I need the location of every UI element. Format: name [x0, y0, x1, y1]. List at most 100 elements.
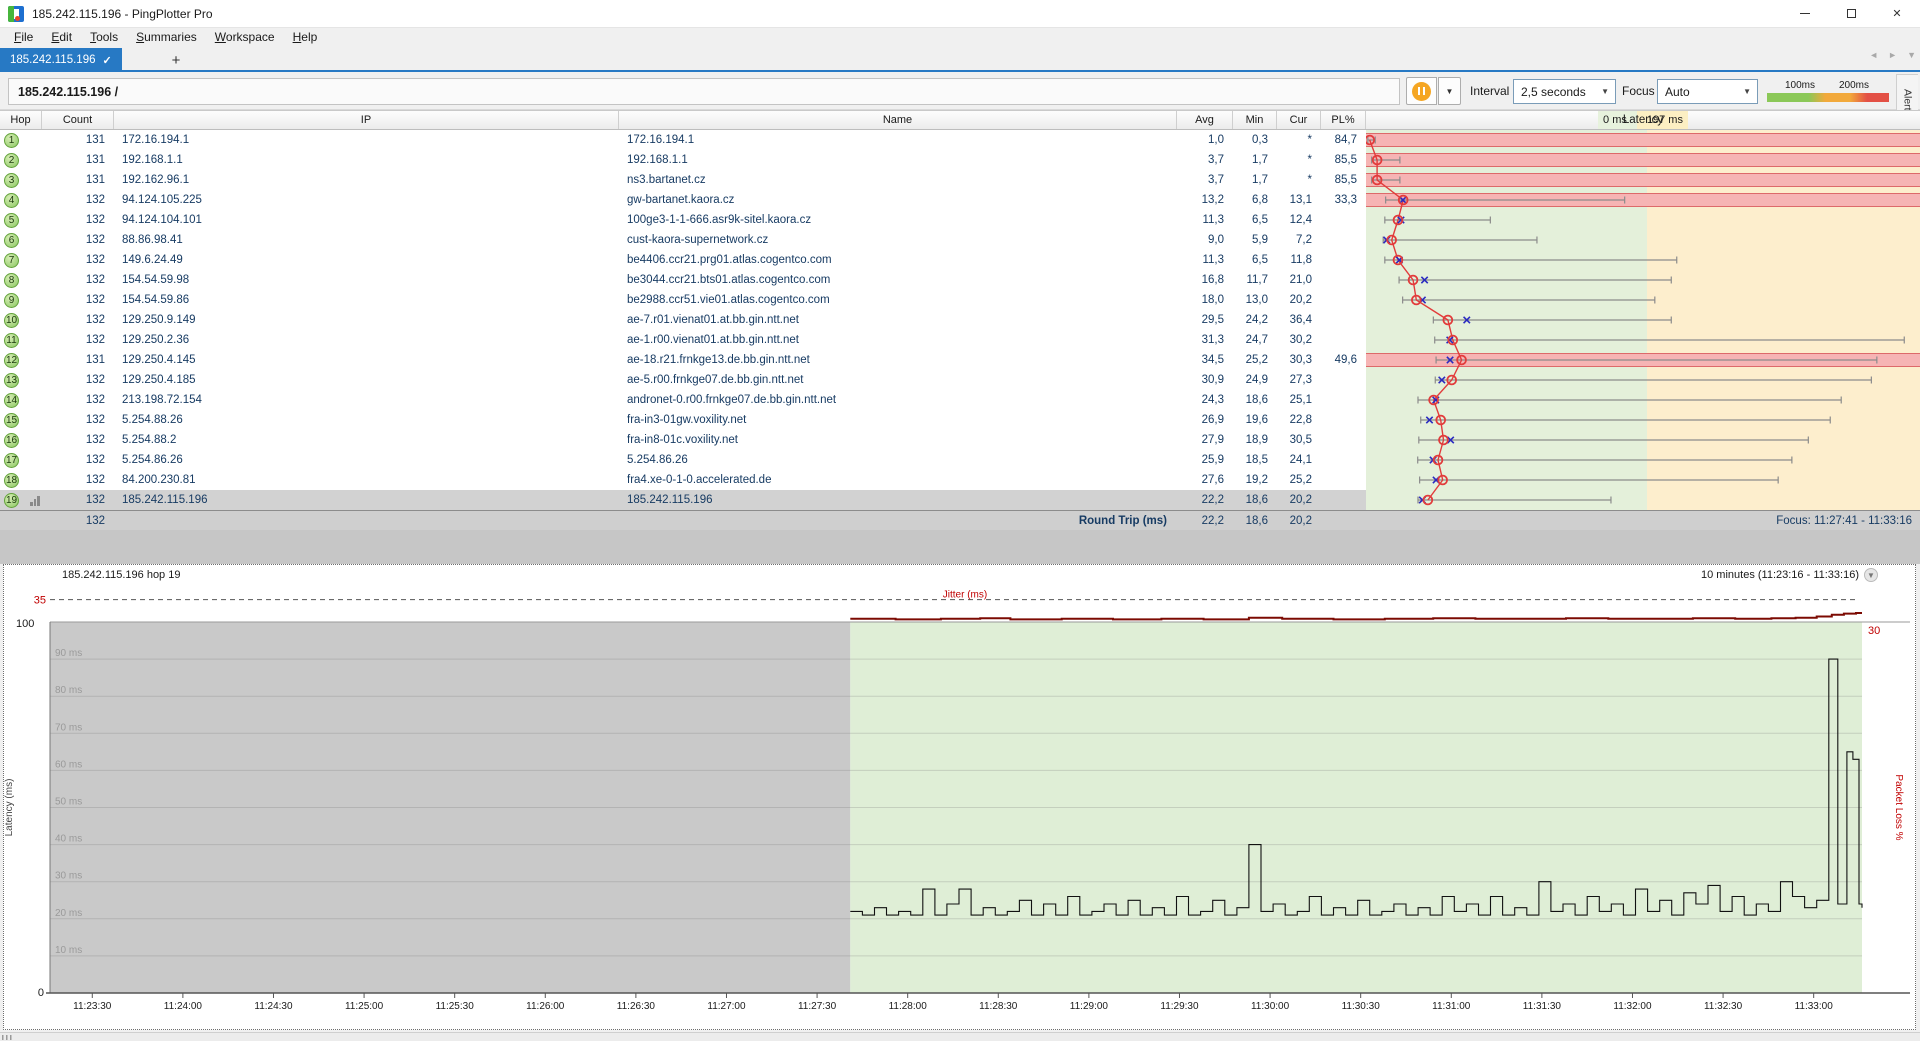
avg-cell: 13,2 [1177, 190, 1233, 210]
target-address-box[interactable]: 185.242.115.196 / [8, 78, 1400, 105]
hop-number-badge: 17 [4, 453, 19, 468]
min-cell: 25,2 [1233, 350, 1277, 370]
cur-cell: 22,8 [1277, 410, 1321, 430]
packet-loss-cell [1321, 270, 1366, 290]
name-cell: fra-in8-01c.voxility.net [619, 430, 1177, 450]
table-row[interactable]: 12131129.250.4.145ae-18.r21.frnkge13.de.… [0, 350, 1920, 370]
menu-item-help[interactable]: Help [285, 29, 326, 45]
timeline-pane [3, 564, 1916, 1030]
packet-loss-band [1366, 153, 1920, 167]
packet-loss-cell [1321, 370, 1366, 390]
ip-cell: 172.16.194.1 [114, 130, 619, 150]
avg-cell: 29,5 [1177, 310, 1233, 330]
round-trip-row[interactable]: 132 Round Trip (ms) 22,2 18,6 20,2 Focus… [0, 510, 1920, 530]
column-header-cur[interactable]: Cur [1277, 111, 1321, 129]
cur-cell: 27,3 [1277, 370, 1321, 390]
column-header-min[interactable]: Min [1233, 111, 1277, 129]
table-row[interactable]: 613288.86.98.41cust-kaora-supernetwork.c… [0, 230, 1920, 250]
column-header-avg[interactable]: Avg [1177, 111, 1233, 129]
table-row[interactable]: 513294.124.104.101100ge3-1-1-666.asr9k-s… [0, 210, 1920, 230]
min-cell: 24,9 [1233, 370, 1277, 390]
menu-item-summaries[interactable]: Summaries [128, 29, 205, 45]
cur-cell: 20,2 [1277, 290, 1321, 310]
table-row[interactable]: 171325.254.86.265.254.86.2625,918,524,1 [0, 450, 1920, 470]
close-button[interactable]: ✕ [1874, 0, 1920, 28]
hop-number-badge: 11 [4, 333, 19, 348]
table-row[interactable]: 8132154.54.59.98be3044.ccr21.bts01.atlas… [0, 270, 1920, 290]
table-row[interactable]: 151325.254.88.26fra-in3-01gw.voxility.ne… [0, 410, 1920, 430]
table-row[interactable]: 19132185.242.115.196185.242.115.19622,21… [0, 490, 1920, 510]
chevron-down-icon: ▼ [1864, 568, 1878, 582]
min-cell: 1,7 [1233, 150, 1277, 170]
name-cell: ae-5.r00.frnkge07.de.bb.gin.ntt.net [619, 370, 1177, 390]
cur-cell: 25,2 [1277, 470, 1321, 490]
table-row[interactable]: 3131192.162.96.1ns3.bartanet.cz3,71,7*85… [0, 170, 1920, 190]
menu-item-tools[interactable]: Tools [82, 29, 126, 45]
interval-select[interactable]: 2,5 seconds▼ [1513, 79, 1616, 104]
table-row[interactable]: 161325.254.88.2fra-in8-01c.voxility.net2… [0, 430, 1920, 450]
tab-scroll-icon[interactable]: ► [1888, 50, 1897, 60]
name-cell: cust-kaora-supernetwork.cz [619, 230, 1177, 250]
hop-number-badge: 1 [4, 133, 19, 148]
tab-scroll-icon[interactable]: ◄ [1869, 50, 1878, 60]
cur-cell: 21,0 [1277, 270, 1321, 290]
menu-item-edit[interactable]: Edit [43, 29, 80, 45]
tab-target[interactable]: 185.242.115.196 ✓ [0, 48, 122, 72]
scale-gradient-bar [1767, 93, 1889, 102]
minimize-button[interactable] [1782, 0, 1828, 28]
table-row[interactable]: 10132129.250.9.149ae-7.r01.vienat01.at.b… [0, 310, 1920, 330]
round-trip-cur: 20,2 [1277, 511, 1321, 530]
column-header-ip[interactable]: IP [114, 111, 619, 129]
name-cell: ns3.bartanet.cz [619, 170, 1177, 190]
column-header-hop[interactable]: Hop [0, 111, 42, 129]
hop-cell: 10 [0, 310, 42, 330]
ip-cell: 154.54.59.86 [114, 290, 619, 310]
column-header-name[interactable]: Name [619, 111, 1177, 129]
name-cell: gw-bartanet.kaora.cz [619, 190, 1177, 210]
table-row[interactable]: 1131172.16.194.1172.16.194.11,00,3*84,7 [0, 130, 1920, 150]
table-row[interactable]: 9132154.54.59.86be2988.ccr51.vie01.atlas… [0, 290, 1920, 310]
pane-splitter[interactable] [0, 530, 1920, 564]
ip-cell: 149.6.24.49 [114, 250, 619, 270]
new-tab-button[interactable]: + [165, 50, 187, 70]
column-header-pl[interactable]: PL% [1321, 111, 1366, 129]
count-cell: 132 [42, 330, 114, 350]
maximize-button[interactable] [1828, 0, 1874, 28]
avg-cell: 1,0 [1177, 130, 1233, 150]
tab-scroll-buttons[interactable]: ◄ ► ▼ [1869, 50, 1916, 60]
column-header-count[interactable]: Count [42, 111, 114, 129]
min-cell: 18,6 [1233, 390, 1277, 410]
hop-number-badge: 6 [4, 233, 19, 248]
tab-scroll-icon[interactable]: ▼ [1907, 50, 1916, 60]
min-cell: 6,5 [1233, 210, 1277, 230]
packet-loss-cell [1321, 210, 1366, 230]
timeline-range-select[interactable]: 10 minutes (11:23:16 - 11:33:16) ▼ [1701, 568, 1878, 582]
table-row[interactable]: 7132149.6.24.49be4406.ccr21.prg01.atlas.… [0, 250, 1920, 270]
hop-table: 1131172.16.194.1172.16.194.11,00,3*84,72… [0, 130, 1920, 510]
min-cell: 18,6 [1233, 490, 1277, 510]
pause-button[interactable] [1406, 77, 1437, 105]
table-row[interactable]: 14132213.198.72.154andronet-0.r00.frnkge… [0, 390, 1920, 410]
hop-cell: 9 [0, 290, 42, 310]
latency-graph-cell [1366, 170, 1920, 190]
packet-loss-band [1366, 133, 1920, 147]
avg-cell: 9,0 [1177, 230, 1233, 250]
menu-item-file[interactable]: File [6, 29, 41, 45]
focus-select[interactable]: Auto▼ [1657, 79, 1758, 104]
avg-cell: 34,5 [1177, 350, 1233, 370]
table-row[interactable]: 2131192.168.1.1192.168.1.13,71,7*85,5 [0, 150, 1920, 170]
pause-dropdown-button[interactable]: ▼ [1438, 77, 1461, 105]
packet-loss-cell [1321, 390, 1366, 410]
table-row[interactable]: 11132129.250.2.36ae-1.r00.vienat01.at.bb… [0, 330, 1920, 350]
count-cell: 132 [42, 290, 114, 310]
table-row[interactable]: 13132129.250.4.185ae-5.r00.frnkge07.de.b… [0, 370, 1920, 390]
table-row[interactable]: 1813284.200.230.81fra4.xe-0-1-0.accelera… [0, 470, 1920, 490]
latency-graph-cell [1366, 370, 1920, 390]
avg-cell: 3,7 [1177, 150, 1233, 170]
table-row[interactable]: 413294.124.105.225gw-bartanet.kaora.cz13… [0, 190, 1920, 210]
min-cell: 18,5 [1233, 450, 1277, 470]
hop-number-badge: 12 [4, 353, 19, 368]
menu-item-workspace[interactable]: Workspace [207, 29, 283, 45]
avg-cell: 30,9 [1177, 370, 1233, 390]
horizontal-scrollbar[interactable] [0, 1032, 1920, 1041]
